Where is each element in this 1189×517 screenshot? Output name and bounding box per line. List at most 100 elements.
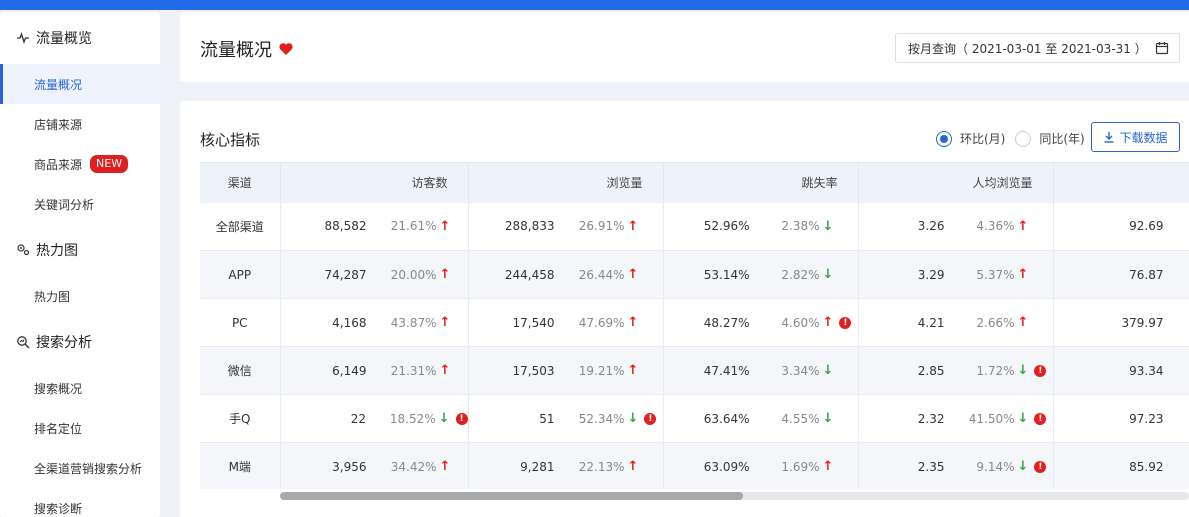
date-range-text: 按月查询（ 2021-03-01 至 2021-03-31 ） xyxy=(908,41,1147,56)
arrow-up-icon: ↑ xyxy=(1017,267,1029,282)
metric-value: 74,287 xyxy=(324,267,367,282)
sidebar-item[interactable]: 搜索诊断 xyxy=(0,488,160,517)
header-card: 流量概况 按月查询（ 2021-03-01 至 2021-03-31 ） xyxy=(180,12,1189,82)
column-header[interactable]: 跳失率 xyxy=(663,162,859,203)
metric-value: 52.96% xyxy=(703,219,750,234)
warning-icon[interactable]: ! xyxy=(839,316,852,329)
metric-change: 41.50% xyxy=(968,411,1015,426)
metric-value: 22 xyxy=(350,411,367,426)
metric-cell: 47.41% 3.34% ↓ xyxy=(663,346,859,395)
metric-cell: 76.874 xyxy=(1053,250,1189,299)
metric-value: 3,956 xyxy=(332,459,367,474)
metric-change: 7 xyxy=(1164,219,1189,233)
sidebar-group-2[interactable]: 搜索分析 xyxy=(0,316,160,368)
arrow-up-icon: ↑ xyxy=(439,315,451,330)
arrow-down-icon: ↓ xyxy=(822,363,834,378)
sidebar-item-label: 店铺来源 xyxy=(34,117,83,132)
date-range-picker[interactable]: 按月查询（ 2021-03-01 至 2021-03-31 ） xyxy=(895,33,1180,63)
sidebar-item-label: 全渠道营销搜索分析 xyxy=(34,461,143,476)
metric-cell: 2.32 41.50% ↓! xyxy=(858,394,1054,443)
sidebar-item[interactable]: 排名定位 xyxy=(0,408,160,448)
metric-cell: 4.21 2.66% ↑ xyxy=(858,298,1054,347)
warning-icon[interactable]: ! xyxy=(644,412,657,425)
metric-value: 51 xyxy=(539,411,555,426)
metric-change: 1.69% xyxy=(781,459,820,474)
metric-change: 2.38% xyxy=(781,219,820,234)
pulse-icon xyxy=(16,31,30,45)
metric-change: 1.72% xyxy=(976,363,1015,378)
metric-cell: 92.697 xyxy=(1053,202,1189,251)
metric-cell: 63.09% 1.69% ↑ xyxy=(663,442,859,489)
top-bar xyxy=(0,0,1189,10)
table-row: 微信 6,149 21.31% ↑ 17,503 19.21% ↑ 47.41% 3.34% ↓ 2… xyxy=(200,346,1189,395)
column-header[interactable]: 浏览量 xyxy=(468,162,664,203)
sidebar-item[interactable]: 店铺来源 xyxy=(0,104,160,144)
download-data-button[interactable]: 下载数据 xyxy=(1091,122,1180,152)
sidebar-group-1[interactable]: 热力图 xyxy=(0,224,160,276)
metric-change: 4 xyxy=(1164,268,1189,282)
table-row: 手Q 22 18.52% ↓! 51 52.34% ↓! 63.64% 4.55% ↓ 2.32 41… xyxy=(200,394,1189,443)
sidebar-item[interactable]: 热力图 xyxy=(0,276,160,316)
metric-value: 88,582 xyxy=(324,219,367,234)
sidebar-item-label: 排名定位 xyxy=(34,421,83,436)
calendar-icon[interactable] xyxy=(1155,41,1169,55)
radio-checked-icon[interactable] xyxy=(936,130,952,147)
metric-change: 34.42% xyxy=(390,459,437,474)
metric-change: 2.82% xyxy=(781,267,820,282)
metric-change: 47.69% xyxy=(578,315,625,330)
metric-value: 47.41% xyxy=(703,363,750,378)
metric-cell: 52.96% 2.38% ↓ xyxy=(663,202,859,251)
column-header[interactable]: 访客数 xyxy=(280,162,469,203)
warning-icon[interactable]: ! xyxy=(1034,412,1047,425)
metric-change: 4.60% xyxy=(781,315,820,330)
column-header[interactable]: 渠道 xyxy=(200,162,281,203)
channel-cell: M端 xyxy=(200,442,281,489)
radio-year-over-year[interactable]: 同比(年) xyxy=(1015,130,1085,147)
column-header[interactable]: 人均浏览量 xyxy=(858,162,1054,203)
radio-month-over-month[interactable]: 环比(月) xyxy=(936,130,1005,147)
warning-icon[interactable]: ! xyxy=(1034,460,1047,473)
metric-change: 5.37% xyxy=(976,267,1015,282)
arrow-down-icon: ↓ xyxy=(822,218,834,234)
arrow-down-icon: ↓ xyxy=(1017,363,1029,378)
page-title-text: 流量概况 xyxy=(200,40,272,61)
channel-cell: 全部渠道 xyxy=(200,202,281,251)
scrollbar-thumb[interactable] xyxy=(280,492,743,500)
new-badge: NEW xyxy=(90,155,129,173)
metric-cell: 53.14% 2.82% ↓ xyxy=(663,250,859,299)
metric-cell: 3.26 4.36% ↑ xyxy=(858,202,1054,251)
sidebar-item-label: 热力图 xyxy=(34,289,71,304)
metric-cell: 48.27% 4.60% ↑! xyxy=(663,298,859,347)
metric-value: 6,149 xyxy=(332,363,367,378)
metric-value: 2.85 xyxy=(917,363,945,378)
arrow-up-icon: ↑ xyxy=(627,459,639,474)
sidebar-item[interactable]: 商品来源 NEW xyxy=(0,144,160,184)
search-analysis-icon xyxy=(16,335,30,349)
column-header[interactable]: 平均停留时 xyxy=(1053,162,1189,203)
channel-cell: 微信 xyxy=(200,346,281,395)
metric-cell: 93.344. xyxy=(1053,346,1189,395)
horizontal-scrollbar[interactable] xyxy=(280,492,1189,500)
metric-cell: 4,168 43.87% ↑ xyxy=(280,298,469,347)
sidebar-item-label: 流量概况 xyxy=(34,77,83,92)
metric-value: 244,458 xyxy=(504,267,555,282)
arrow-up-icon: ↑ xyxy=(822,315,834,330)
metric-cell: 17,540 47.69% ↑ xyxy=(468,298,664,347)
metric-cell: 2.85 1.72% ↓! xyxy=(858,346,1054,395)
metric-value: 63.64% xyxy=(703,411,750,426)
metric-change: 26.91% xyxy=(578,219,625,234)
metric-value: 379.97 xyxy=(1121,315,1164,330)
download-label: 下载数据 xyxy=(1119,130,1168,145)
metric-value: 2.35 xyxy=(917,459,945,474)
sidebar-group-0[interactable]: 流量概览 xyxy=(0,12,160,64)
warning-icon[interactable]: ! xyxy=(1034,364,1047,377)
sidebar-item[interactable]: 搜索概况 xyxy=(0,368,160,408)
radio-unchecked-icon[interactable] xyxy=(1015,130,1032,147)
metric-change: 22.13% xyxy=(578,459,625,474)
metric-change: 9 xyxy=(1164,460,1189,474)
warning-icon[interactable]: ! xyxy=(455,412,468,425)
sidebar-item[interactable]: 全渠道营销搜索分析 xyxy=(0,448,160,488)
sidebar-item[interactable]: 关键词分析 xyxy=(0,184,160,224)
sidebar-item[interactable]: 流量概况 xyxy=(0,64,160,104)
radio-mom-label: 环比(月) xyxy=(960,132,1006,146)
